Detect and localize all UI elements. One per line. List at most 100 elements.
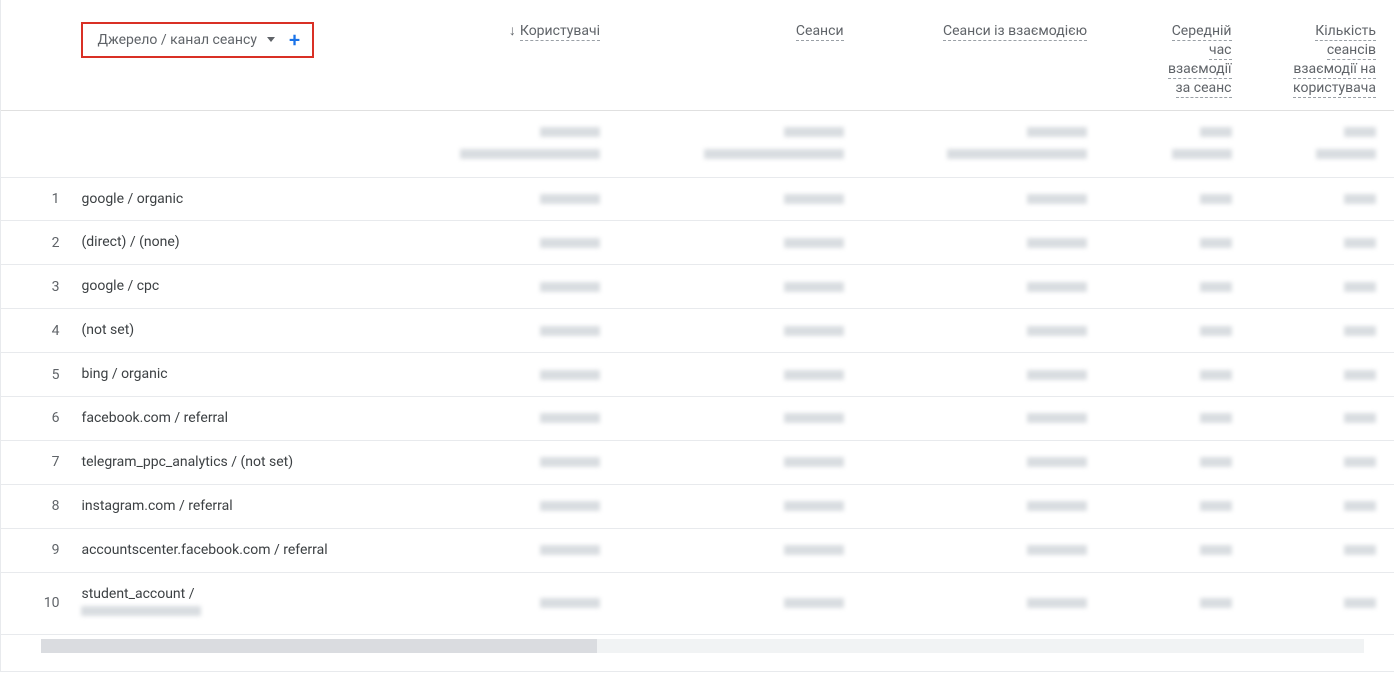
table-row[interactable]: 3google / cpc: [1, 265, 1394, 309]
metric-cell: [391, 353, 618, 397]
dimension-cell[interactable]: google / cpc: [81, 265, 391, 309]
metric-cell: [1250, 484, 1394, 528]
dimension-selector[interactable]: Джерело / канал сеансу: [97, 31, 274, 50]
metric-cell: [1250, 572, 1394, 635]
redacted-value: [1027, 501, 1087, 511]
dimension-cell[interactable]: accountscenter.facebook.com / referral: [81, 528, 391, 572]
table-row[interactable]: 8instagram.com / referral: [1, 484, 1394, 528]
redacted-value: [1344, 457, 1376, 467]
redacted-value: [784, 457, 844, 467]
row-number-header: [1, 0, 81, 110]
metric-cell: [862, 484, 1106, 528]
row-number: 7: [1, 440, 81, 484]
row-number: 6: [1, 397, 81, 441]
redacted-value: [540, 501, 600, 511]
redacted-value: [540, 127, 600, 137]
column-avg-engagement-time[interactable]: Середній час взаємодії за сеанс: [1105, 0, 1249, 110]
metric-cell: [618, 572, 862, 635]
redacted-value: [784, 238, 844, 248]
table-row[interactable]: 1google / organic: [1, 177, 1394, 221]
redacted-value: [1200, 501, 1232, 511]
redacted-value: [1200, 282, 1232, 292]
redacted-value: [1027, 326, 1087, 336]
dimension-cell[interactable]: bing / organic: [81, 353, 391, 397]
metric-cell: [862, 572, 1106, 635]
table-row[interactable]: 6facebook.com / referral: [1, 397, 1394, 441]
totals-row: [1, 110, 1394, 177]
dimension-cell[interactable]: google / organic: [81, 177, 391, 221]
metric-cell: [1105, 484, 1249, 528]
dimension-cell[interactable]: telegram_ppc_analytics / (not set): [81, 440, 391, 484]
redacted-value: [540, 413, 600, 423]
scrollbar-thumb[interactable]: [41, 639, 597, 653]
horizontal-scrollbar[interactable]: [41, 639, 1364, 653]
redacted-value: [540, 545, 600, 555]
metric-cell: [1250, 309, 1394, 353]
table-row[interactable]: 10student_account /: [1, 572, 1394, 635]
metric-cell: [1105, 572, 1249, 635]
metric-cell: [618, 265, 862, 309]
column-sessions[interactable]: Сеанси: [618, 0, 862, 110]
redacted-value: [784, 326, 844, 336]
redacted-value: [1200, 413, 1232, 423]
redacted-value: [784, 282, 844, 292]
column-engaged-sessions[interactable]: Сеанси із взаємодією: [862, 0, 1106, 110]
redacted-value: [1200, 545, 1232, 555]
redacted-value: [540, 326, 600, 336]
redacted-value: [1344, 501, 1376, 511]
metric-cell: [1105, 177, 1249, 221]
metric-cell: [1250, 440, 1394, 484]
redacted-value: [1316, 149, 1376, 159]
redacted-value: [540, 457, 600, 467]
table-row[interactable]: 7telegram_ppc_analytics / (not set): [1, 440, 1394, 484]
redacted-value: [540, 370, 600, 380]
dimension-cell[interactable]: facebook.com / referral: [81, 397, 391, 441]
redacted-value: [1344, 545, 1376, 555]
metric-cell: [618, 309, 862, 353]
redacted-value: [1027, 194, 1087, 204]
redacted-value: [1344, 326, 1376, 336]
row-number: 4: [1, 309, 81, 353]
redacted-value: [947, 149, 1087, 159]
metric-cell: [1105, 221, 1249, 265]
table-row[interactable]: 4(not set): [1, 309, 1394, 353]
metric-cell: [618, 484, 862, 528]
redacted-value: [1027, 282, 1087, 292]
dimension-cell[interactable]: instagram.com / referral: [81, 484, 391, 528]
redacted-value: [1200, 127, 1232, 137]
redacted-value: [1344, 238, 1376, 248]
metric-cell: [862, 397, 1106, 441]
dimension-header: Джерело / канал сеансу +: [81, 0, 391, 110]
dimension-cell[interactable]: student_account /: [81, 572, 391, 635]
sort-desc-icon: ↓: [509, 23, 516, 39]
column-users-label: Користувачі: [520, 23, 600, 41]
dimension-cell[interactable]: (not set): [81, 309, 391, 353]
redacted-value: [1027, 457, 1087, 467]
metric-cell: [1250, 528, 1394, 572]
dimension-cell[interactable]: (direct) / (none): [81, 221, 391, 265]
row-number: 10: [1, 572, 81, 635]
table-row[interactable]: 9accountscenter.facebook.com / referral: [1, 528, 1394, 572]
redacted-value: [1200, 598, 1232, 608]
redacted-value: [784, 598, 844, 608]
table-row[interactable]: 2(direct) / (none): [1, 221, 1394, 265]
metric-cell: [618, 397, 862, 441]
metric-cell: [391, 265, 618, 309]
redacted-value: [1172, 149, 1232, 159]
traffic-table: Джерело / канал сеансу + ↓Користувачі Се…: [1, 0, 1394, 665]
column-users[interactable]: ↓Користувачі: [391, 0, 618, 110]
metric-cell: [618, 221, 862, 265]
redacted-value: [81, 606, 201, 616]
table-row[interactable]: 5bing / organic: [1, 353, 1394, 397]
metric-cell: [391, 484, 618, 528]
column-sessions-per-user[interactable]: Кількість сеансів взаємодії на користува…: [1250, 0, 1394, 110]
add-dimension-button[interactable]: +: [289, 30, 300, 50]
redacted-value: [784, 501, 844, 511]
metric-cell: [391, 528, 618, 572]
metric-cell: [1105, 440, 1249, 484]
column-engaged-sessions-label: Сеанси із взаємодією: [943, 23, 1087, 41]
metric-cell: [862, 309, 1106, 353]
row-number: 8: [1, 484, 81, 528]
row-number: 2: [1, 221, 81, 265]
redacted-value: [704, 149, 844, 159]
